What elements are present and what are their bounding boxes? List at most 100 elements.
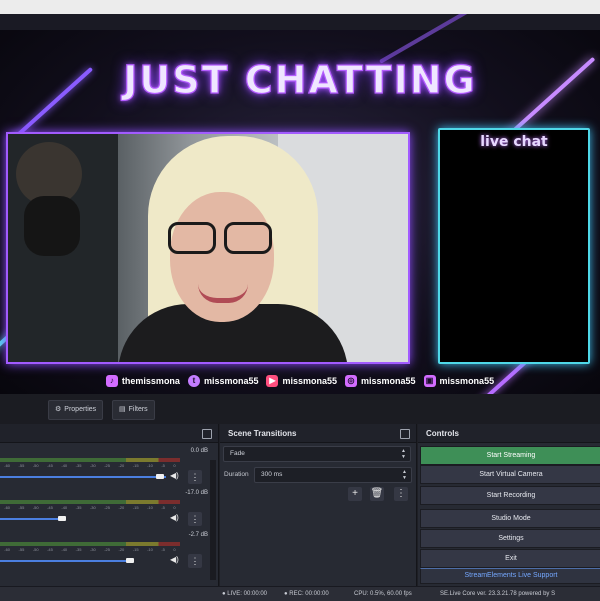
volume-slider-handle[interactable] xyxy=(156,474,164,479)
tick: -25 xyxy=(104,505,110,510)
filters-button[interactable]: ▤ Filters xyxy=(112,400,155,420)
duration-field[interactable]: 300 ms ▲ ▼ xyxy=(254,467,412,483)
volume-slider[interactable] xyxy=(0,518,62,520)
social-handle: missmona55 xyxy=(439,376,495,386)
tick: -55 xyxy=(18,547,25,552)
tick: -40 xyxy=(61,463,68,468)
channel-menu-button[interactable]: ⋮ xyxy=(188,512,202,526)
social-twitch: ▣ missmona55 xyxy=(423,375,495,387)
mixer-channel: -17.0 dB -60 -55 -50 -45 -40 -35 -30 -25 -20 -15-… xyxy=(0,488,218,528)
tick: -45 xyxy=(47,547,53,552)
meter-ticks: -60 -55 -50 -45 -40 -35 -30 -25 -20 -15 -10 -5 0 xyxy=(0,463,180,468)
tick: -50 xyxy=(32,505,39,510)
volume-meter xyxy=(0,542,180,546)
volume-slider[interactable] xyxy=(0,476,166,478)
tick: -10 xyxy=(147,547,153,552)
exit-button[interactable]: Exit xyxy=(420,549,600,568)
undock-icon[interactable] xyxy=(202,429,212,439)
channel-menu-button[interactable]: ⋮ xyxy=(188,470,202,484)
channel-menu-button[interactable]: ⋮ xyxy=(188,554,202,568)
trash-icon: 🗑 xyxy=(370,488,384,499)
panel-title: Scene Transitions xyxy=(228,429,297,438)
tick: -30 xyxy=(89,505,96,510)
chat-title: live chat xyxy=(480,134,548,150)
webcam-frame[interactable] xyxy=(6,132,410,364)
twitch-icon: ▣ xyxy=(423,375,436,387)
duration-label: Duration xyxy=(224,471,249,478)
studio-mode-button[interactable]: Studio Mode xyxy=(420,509,600,528)
mixer-scrollbar[interactable] xyxy=(210,460,216,580)
volume-slider-handle[interactable] xyxy=(126,558,134,563)
social-tiktok: ♪ themissmona xyxy=(105,375,180,387)
tick: -60 xyxy=(4,547,11,552)
live-time: LIVE: 00:00:00 xyxy=(227,591,267,597)
properties-button[interactable]: ⚙ Properties xyxy=(48,400,104,420)
start-streaming-button[interactable]: Start Streaming xyxy=(420,446,600,465)
start-virtual-camera-button[interactable]: Start Virtual Camera xyxy=(420,465,600,484)
tick: -35 xyxy=(75,547,82,552)
transition-menu-button[interactable]: ⋮ xyxy=(394,487,408,501)
rec-status: ● REC: 00:00:00 xyxy=(284,591,329,597)
social-handles: ♪ themissmona t missmona55 ▶ missmona55 ◎ mi… xyxy=(0,372,600,390)
transition-select[interactable]: Fade ▲ ▼ xyxy=(223,446,411,462)
social-handle: missmona55 xyxy=(361,376,416,386)
channel-db: 0.0 dB xyxy=(190,448,208,454)
dropdown-arrows-icon: ▲ ▼ xyxy=(401,448,406,460)
start-recording-button[interactable]: Start Recording xyxy=(420,486,600,505)
volume-meter xyxy=(0,458,180,462)
source-toolbar: ⚙ Properties ▤ Filters xyxy=(0,394,600,424)
undock-icon[interactable] xyxy=(400,429,410,439)
meter-ticks: -60 -55 -50 -45 -40 -35 -30 -25 -20 -15 -10 -5 0 xyxy=(0,547,180,552)
tick: -20 xyxy=(118,463,125,468)
tick: -35 xyxy=(75,505,82,510)
live-icon: ● xyxy=(222,591,226,597)
tick: -15 xyxy=(132,505,139,510)
speaker-icon[interactable]: ◀) xyxy=(170,555,179,564)
twitter-icon: t xyxy=(187,375,200,387)
tick: -5 xyxy=(161,505,165,510)
volume-slider-handle[interactable] xyxy=(58,516,66,521)
stepper-arrows-icon: ▲ ▼ xyxy=(402,469,407,481)
social-handle: missmona55 xyxy=(282,376,338,386)
tiktok-icon: ♪ xyxy=(105,375,118,387)
live-status: ● LIVE: 00:00:00 xyxy=(222,591,267,597)
remove-transition-button[interactable]: 🗑 xyxy=(370,487,384,501)
duration-value: 300 ms xyxy=(261,471,283,478)
mixer-channel: -2.7 dB -60 -55 -50 -45 -40 -35 -30 -25 -20 -15 -1… xyxy=(0,530,218,570)
rec-icon: ● xyxy=(284,591,288,597)
status-bar: ● LIVE: 00:00:00 ● REC: 00:00:00 CPU: 0.… xyxy=(0,586,600,601)
plush-toy-body xyxy=(24,196,80,256)
tick: -15 xyxy=(132,547,139,552)
add-transition-button[interactable]: + xyxy=(348,487,362,501)
streamer-glasses xyxy=(168,222,272,254)
panel-header: Scene Transitions xyxy=(220,424,416,443)
volume-meter xyxy=(0,500,180,504)
youtube-icon: ▶ xyxy=(266,375,279,387)
tick: -10 xyxy=(147,505,153,510)
scene-transitions-panel: Scene Transitions Fade ▲ ▼ Duration 300 m… xyxy=(220,424,417,586)
rec-time: REC: 00:00:00 xyxy=(289,591,329,597)
panel-header xyxy=(0,424,218,443)
more-icon: ⋮ xyxy=(396,488,406,499)
channel-db: -17.0 dB xyxy=(185,490,208,496)
tick: -55 xyxy=(18,505,25,510)
panel-header: Controls xyxy=(418,424,600,443)
speaker-icon[interactable]: ◀) xyxy=(170,513,179,522)
gear-icon: ⚙ xyxy=(55,406,62,413)
instagram-icon: ◎ xyxy=(345,375,358,387)
tick: -25 xyxy=(104,463,110,468)
tick: -40 xyxy=(61,547,68,552)
scene-title: JUST CHATTING xyxy=(123,57,477,102)
streamelements-support-button[interactable]: StreamElements Live Support xyxy=(420,568,600,584)
mixer-channel: 0.0 dB -60 -55 -50 -45 -40 -35 -30 -25 -20 -15 -10… xyxy=(0,446,218,486)
social-instagram: ◎ missmona55 xyxy=(345,375,416,387)
preview-canvas[interactable]: JUST CHATTING live chat ♪ themissmona t mi… xyxy=(0,14,600,394)
tick: -55 xyxy=(18,463,25,468)
settings-button[interactable]: Settings xyxy=(420,529,600,548)
speaker-icon[interactable]: ◀) xyxy=(170,471,179,480)
tick: -35 xyxy=(75,463,82,468)
version-status: SE.Live Core ver. 23.3.21.78 powered by … xyxy=(440,591,556,597)
panel-title: Controls xyxy=(426,429,459,438)
meter-ticks: -60 -55 -50 -45 -40 -35 -30 -25 -20 -15 -10 -5 0 xyxy=(0,505,180,510)
volume-slider[interactable] xyxy=(0,560,128,562)
